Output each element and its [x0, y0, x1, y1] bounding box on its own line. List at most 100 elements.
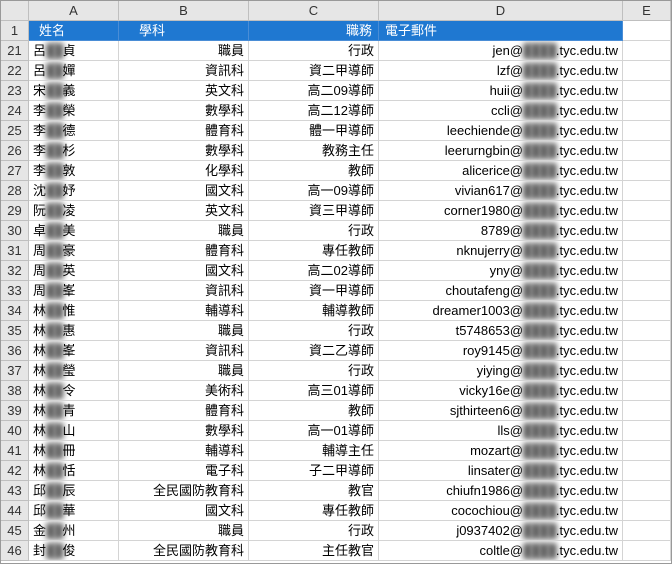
cell-empty[interactable] [623, 161, 671, 181]
cell-subject[interactable]: 輔導科 [119, 301, 249, 321]
row-head-31[interactable]: 31 [1, 241, 29, 261]
cell-name[interactable]: 封██俊 [29, 541, 119, 561]
cell-subject[interactable]: 數學科 [119, 101, 249, 121]
cell-duty[interactable]: 資二乙導師 [249, 341, 379, 361]
row-head-41[interactable]: 41 [1, 441, 29, 461]
cell-subject[interactable]: 全民國防教育科 [119, 541, 249, 561]
col-head-d[interactable]: D [379, 1, 623, 21]
row-head-40[interactable]: 40 [1, 421, 29, 441]
cell-subject[interactable]: 資訊科 [119, 281, 249, 301]
cell-email[interactable]: alicerice@████.tyc.edu.tw [379, 161, 623, 181]
cell-duty[interactable]: 高二09導師 [249, 81, 379, 101]
row-head-38[interactable]: 38 [1, 381, 29, 401]
cell-email[interactable]: huii@████.tyc.edu.tw [379, 81, 623, 101]
cell-email[interactable]: choutafeng@████.tyc.edu.tw [379, 281, 623, 301]
cell-empty[interactable] [623, 181, 671, 201]
cell-name[interactable]: 卓██美 [29, 221, 119, 241]
cell-email[interactable]: sjthirteen6@████.tyc.edu.tw [379, 401, 623, 421]
cell-subject[interactable]: 職員 [119, 521, 249, 541]
cell-email[interactable]: 8789@████.tyc.edu.tw [379, 221, 623, 241]
cell-name[interactable]: 林██恬 [29, 461, 119, 481]
cell-name[interactable]: 周██英 [29, 261, 119, 281]
cell-empty[interactable] [623, 521, 671, 541]
cell-duty[interactable]: 子二甲導師 [249, 461, 379, 481]
cell-subject[interactable]: 國文科 [119, 501, 249, 521]
cell-empty[interactable] [623, 61, 671, 81]
cell-duty[interactable]: 資二甲導師 [249, 61, 379, 81]
row-head-45[interactable]: 45 [1, 521, 29, 541]
row-head-26[interactable]: 26 [1, 141, 29, 161]
row-head-23[interactable]: 23 [1, 81, 29, 101]
cell-empty[interactable] [623, 201, 671, 221]
cell-empty[interactable] [623, 221, 671, 241]
cell-email[interactable]: vicky16e@████.tyc.edu.tw [379, 381, 623, 401]
cell-email[interactable]: ccli@████.tyc.edu.tw [379, 101, 623, 121]
cell-name[interactable]: 阮██凌 [29, 201, 119, 221]
col-head-a[interactable]: A [29, 1, 119, 21]
row-head-37[interactable]: 37 [1, 361, 29, 381]
cell-subject[interactable]: 體育科 [119, 401, 249, 421]
cell-duty[interactable]: 資三甲導師 [249, 201, 379, 221]
cell-subject[interactable]: 職員 [119, 321, 249, 341]
cell-email[interactable]: yiying@████.tyc.edu.tw [379, 361, 623, 381]
cell-name[interactable]: 林██令 [29, 381, 119, 401]
row-head-35[interactable]: 35 [1, 321, 29, 341]
row-head-21[interactable]: 21 [1, 41, 29, 61]
cell-email[interactable]: cocochiou@████.tyc.edu.tw [379, 501, 623, 521]
row-head-29[interactable]: 29 [1, 201, 29, 221]
cell-email[interactable]: jen@████.tyc.edu.tw [379, 41, 623, 61]
cell-name[interactable]: 沈██妤 [29, 181, 119, 201]
cell-name[interactable]: 林██瑩 [29, 361, 119, 381]
cell-empty[interactable] [623, 421, 671, 441]
cell-empty[interactable] [623, 301, 671, 321]
cell-name[interactable]: 林██峯 [29, 341, 119, 361]
cell-empty[interactable] [623, 381, 671, 401]
cell-empty[interactable] [623, 241, 671, 261]
cell-duty[interactable]: 教師 [249, 161, 379, 181]
cell-name[interactable]: 林██惠 [29, 321, 119, 341]
cell-duty[interactable]: 資一甲導師 [249, 281, 379, 301]
cell-subject[interactable]: 數學科 [119, 141, 249, 161]
cell-duty[interactable]: 高一09導師 [249, 181, 379, 201]
cell-duty[interactable]: 行政 [249, 41, 379, 61]
cell-empty[interactable] [623, 321, 671, 341]
cell-duty[interactable]: 專任教師 [249, 241, 379, 261]
cell-email[interactable]: roy9145@████.tyc.edu.tw [379, 341, 623, 361]
cell-email[interactable]: coltle@████.tyc.edu.tw [379, 541, 623, 561]
cell-subject[interactable]: 化學科 [119, 161, 249, 181]
row-head-44[interactable]: 44 [1, 501, 29, 521]
cell-subject[interactable]: 職員 [119, 41, 249, 61]
cell-name[interactable]: 林██青 [29, 401, 119, 421]
cell-name[interactable]: 李██德 [29, 121, 119, 141]
row-head-36[interactable]: 36 [1, 341, 29, 361]
row-head-25[interactable]: 25 [1, 121, 29, 141]
cell-email[interactable]: j0937402@████.tyc.edu.tw [379, 521, 623, 541]
cell-empty[interactable] [623, 461, 671, 481]
cell-empty[interactable] [623, 81, 671, 101]
cell-duty[interactable]: 行政 [249, 321, 379, 341]
cell-empty[interactable] [623, 41, 671, 61]
cell-e-1[interactable] [623, 21, 671, 41]
cell-subject[interactable]: 職員 [119, 361, 249, 381]
row-head-34[interactable]: 34 [1, 301, 29, 321]
row-head-32[interactable]: 32 [1, 261, 29, 281]
cell-email[interactable]: corner1980@████.tyc.edu.tw [379, 201, 623, 221]
cell-subject[interactable]: 美術科 [119, 381, 249, 401]
cell-email[interactable]: leechiende@████.tyc.edu.tw [379, 121, 623, 141]
cell-name[interactable]: 邱██華 [29, 501, 119, 521]
cell-duty[interactable]: 教官 [249, 481, 379, 501]
cell-subject[interactable]: 國文科 [119, 261, 249, 281]
row-head-46[interactable]: 46 [1, 541, 29, 561]
cell-name[interactable]: 林██冊 [29, 441, 119, 461]
row-head-33[interactable]: 33 [1, 281, 29, 301]
cell-subject[interactable]: 資訊科 [119, 341, 249, 361]
cell-subject[interactable]: 資訊科 [119, 61, 249, 81]
select-all-corner[interactable] [1, 1, 29, 21]
cell-empty[interactable] [623, 481, 671, 501]
cell-email[interactable]: lzf@████.tyc.edu.tw [379, 61, 623, 81]
cell-subject[interactable]: 英文科 [119, 201, 249, 221]
cell-duty[interactable]: 輔導主任 [249, 441, 379, 461]
cell-empty[interactable] [623, 541, 671, 561]
cell-empty[interactable] [623, 141, 671, 161]
cell-duty[interactable]: 專任教師 [249, 501, 379, 521]
